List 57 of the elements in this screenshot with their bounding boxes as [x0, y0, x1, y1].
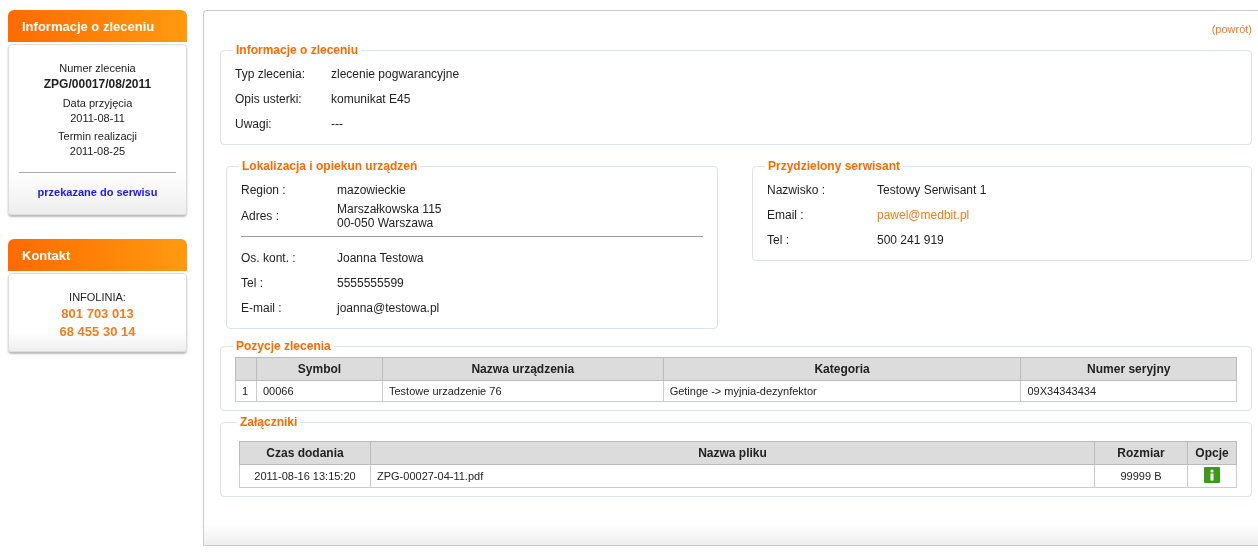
field-label: Opis usterki:: [235, 91, 303, 106]
field-value: Testowy Serwisant 1: [877, 182, 988, 197]
column-header: Opcje: [1187, 441, 1237, 465]
field-value: Joanna Testowa: [337, 250, 425, 265]
field-value: 500 241 919: [877, 232, 945, 247]
info-icon[interactable]: [1204, 467, 1220, 483]
field-value: zlecenie pogwarancyjne: [331, 66, 461, 81]
row-number: 1: [235, 380, 257, 402]
field-value: komunikat E45: [331, 91, 412, 106]
group-title: Informacje o zleceniu: [235, 43, 360, 57]
field-label: Data przyjęcia: [62, 97, 133, 109]
field-label: Termin realizacji: [58, 130, 137, 142]
field-label: Tel :: [767, 232, 790, 247]
table-cell: 00066: [256, 380, 383, 402]
group-title: Przydzielony serwisant: [767, 159, 902, 173]
group-title: Załączniki: [239, 415, 299, 429]
field-label: Adres :: [241, 209, 280, 223]
table-cell: 09X34343434: [1021, 380, 1237, 402]
field-value: ZPG/00017/08/2011: [43, 77, 152, 91]
column-header: Numer seryjny: [1021, 357, 1237, 381]
table-cell: 2011-08-16 13:15:20: [239, 464, 371, 488]
column-header: Nazwa pliku: [370, 441, 1095, 465]
field-value: ---: [331, 116, 344, 131]
column-header: Czas dodania: [239, 441, 371, 465]
email-link[interactable]: pawel@medbit.pl: [877, 207, 1237, 222]
panel-header: Kontakt: [8, 239, 187, 271]
column-header: Rozmiar: [1094, 441, 1188, 465]
hotline-label: INFOLINIA:: [69, 291, 126, 303]
field-value: 5555555599: [337, 275, 405, 290]
field-label: Tel :: [241, 275, 264, 290]
table-cell: 99999 B: [1094, 464, 1188, 488]
field-value: Marszałkowska 115 00-050 Warszawa: [337, 202, 443, 230]
field-label: Nazwisko :: [767, 182, 826, 197]
phone-number: 801 703 013: [61, 306, 134, 321]
field-label: Typ zlecenia:: [235, 66, 307, 81]
field-value: 2011-08-25: [69, 145, 126, 157]
field-label: E-mail :: [241, 300, 283, 315]
column-header: Nazwa urządzenia: [382, 357, 664, 381]
phone-number: 68 455 30 14: [59, 324, 136, 339]
field-label: Uwagi:: [235, 116, 273, 131]
field-label: Os. kont. :: [241, 250, 297, 265]
order-status: przekazane do serwisu: [37, 186, 158, 200]
field-value: joanna@testowa.pl: [337, 300, 441, 315]
back-link[interactable]: (powrót): [1211, 23, 1252, 35]
column-header: Symbol: [256, 357, 383, 381]
column-header: Kategoria: [663, 357, 1021, 381]
table-cell: Testowe urzadzenie 76: [382, 380, 664, 402]
field-value: mazowieckie: [337, 182, 407, 197]
field-label: Region :: [241, 182, 287, 197]
group-title: Lokalizacja i opiekun urządzeń: [241, 159, 419, 173]
group-title: Pozycje zlecenia: [235, 339, 332, 353]
panel-header: Informacje o zleceniu: [8, 10, 187, 42]
field-label: Numer zlecenia: [59, 62, 136, 74]
field-value: 2011-08-11: [70, 112, 125, 124]
field-label: Email :: [767, 207, 805, 222]
table-cell: ZPG-00027-04-11.pdf: [370, 464, 1095, 488]
table-cell: Getinge -> myjnia-dezynfektor: [663, 380, 1021, 402]
